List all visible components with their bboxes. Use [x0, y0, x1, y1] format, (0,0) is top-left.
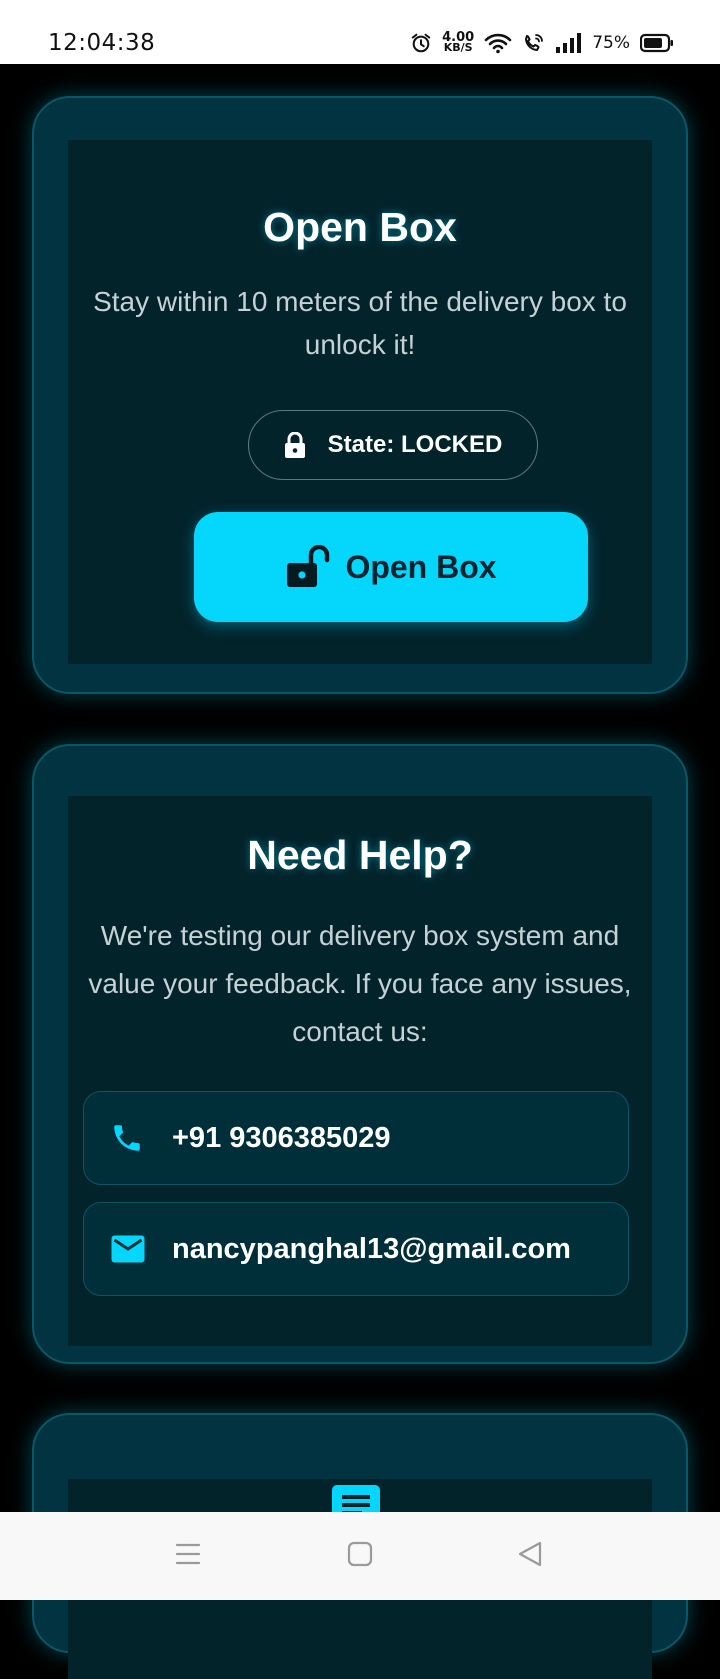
- open-box-card: Open Box Stay within 10 meters of the de…: [32, 96, 688, 694]
- open-box-button[interactable]: Open Box: [194, 512, 588, 622]
- signal-icon: [556, 33, 582, 53]
- help-panel: Need Help? We're testing our delivery bo…: [68, 796, 652, 1346]
- menu-icon[interactable]: [174, 1540, 202, 1573]
- status-bar: 12:04:38 4.00 KB/S 75%: [0, 0, 720, 64]
- help-description: We're testing our delivery box system an…: [88, 920, 632, 1047]
- phone-number: +91 9306385029: [172, 1121, 391, 1154]
- navigation-bar: [0, 1512, 720, 1600]
- phone-contact[interactable]: +91 9306385029: [83, 1091, 629, 1185]
- open-box-title: Open Box: [263, 204, 457, 250]
- wifi-icon: [484, 32, 512, 54]
- email-icon: [110, 1234, 150, 1264]
- lock-open-icon: [285, 545, 331, 589]
- email-contact[interactable]: nancypanghal13@gmail.com: [83, 1202, 629, 1296]
- help-card: Need Help? We're testing our delivery bo…: [32, 744, 688, 1364]
- lock-state-label: State: LOCKED: [327, 431, 503, 458]
- open-box-description: Stay within 10 meters of the delivery bo…: [93, 286, 627, 360]
- lock-state-badge: State: LOCKED: [248, 410, 538, 480]
- home-icon[interactable]: [346, 1540, 374, 1573]
- open-box-panel: Open Box Stay within 10 meters of the de…: [68, 140, 652, 664]
- volte-call-icon: [522, 32, 546, 54]
- network-speed-unit: KB/S: [443, 41, 473, 54]
- battery-icon: [640, 33, 674, 53]
- status-time: 12:04:38: [48, 30, 156, 56]
- alarm-icon: [410, 32, 432, 54]
- back-icon[interactable]: [516, 1540, 544, 1573]
- lock-icon: [284, 432, 306, 458]
- open-box-button-label: Open Box: [345, 548, 497, 585]
- email-address: nancypanghal13@gmail.com: [172, 1232, 571, 1265]
- help-title: Need Help?: [247, 832, 473, 878]
- battery-percent: 75%: [592, 33, 630, 53]
- status-icons: 4.00 KB/S 75%: [410, 28, 674, 58]
- phone-icon: [110, 1121, 150, 1155]
- network-speed: 4.00 KB/S: [442, 31, 474, 54]
